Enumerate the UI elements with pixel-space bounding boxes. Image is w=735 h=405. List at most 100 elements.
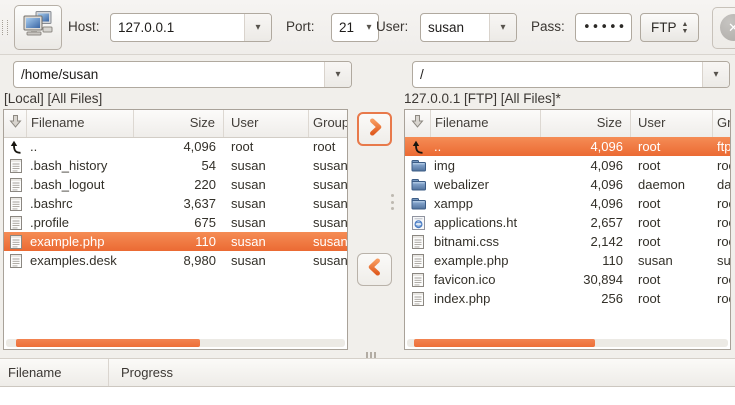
user-dropdown-button[interactable]: ▾ [489,14,516,41]
file-row-examples.desk[interactable]: examples.desk8,980susansusan [4,251,347,270]
toolbar-drag-handle[interactable] [2,20,8,35]
remote-file-panel: Filename Size User Group ..4,096rootftp i… [404,109,731,350]
file-row-webalizer[interactable]: webalizer4,096daemondaemon [405,175,730,194]
file-size: 220 [134,177,224,192]
file-group: susan [309,234,347,249]
file-user: susan [224,158,309,173]
local-col-size[interactable]: Size [134,110,224,137]
chevron-down-icon: ▾ [713,69,718,80]
file-group: susan [309,253,347,268]
port-label: Port: [286,19,315,35]
file-row-.profile[interactable]: .profile675susansusan [4,213,347,232]
remote-hscrollbar [407,339,728,347]
local-col-filename[interactable]: Filename [27,110,134,137]
local-col-group[interactable]: Group [309,110,347,137]
user-input[interactable] [421,14,489,41]
file-icon [4,175,27,194]
protocol-value: FTP [641,20,677,35]
port-input[interactable] [332,14,360,41]
remote-sort-header[interactable] [405,110,431,137]
queue-col-filename[interactable]: Filename [0,359,109,386]
file-name: examples.desk [27,253,134,268]
file-user: root [631,234,713,249]
file-icon [4,232,27,251]
file-size: 256 [541,291,631,306]
file-user: root [631,196,713,211]
file-name: favicon.ico [431,272,541,287]
transfer-to-remote-button[interactable] [357,112,392,146]
file-row-.bash_logout[interactable]: .bash_logout220susansusan [4,175,347,194]
connect-button[interactable] [14,5,62,50]
file-row-..[interactable]: ..4,096rootroot [4,137,347,156]
html-icon [405,213,431,232]
transfer-queue-list [0,387,735,405]
remote-pane-status: 127.0.0.1 [FTP] [All Files]* [404,91,561,106]
file-size: 2,657 [541,215,631,230]
pass-label: Pass: [531,19,565,35]
file-group: root [713,158,730,173]
local-path-dropdown-button[interactable]: ▾ [324,62,351,87]
arrow-left-icon [366,257,384,282]
ftp-client-window: Host: ▾ Port: ▾ User: ▾ Pass: FTP ▲▼ ✕ ▾ [0,0,735,405]
file-size: 2,142 [541,234,631,249]
folder-icon [405,194,431,213]
local-hscrollbar-thumb[interactable] [16,339,200,347]
updir-icon [4,137,27,156]
file-row-..[interactable]: ..4,096rootftp [405,137,730,156]
file-size: 675 [134,215,224,230]
spinner-arrows-icon: ▲▼ [677,21,693,35]
remote-path-input[interactable] [413,62,702,87]
file-name: .profile [27,215,134,230]
file-name: .bashrc [27,196,134,211]
stop-button[interactable]: ✕ [712,7,735,49]
remote-col-filename[interactable]: Filename [431,110,541,137]
file-row-index.php[interactable]: index.php256rootroot [405,289,730,308]
file-group: susan [713,253,730,268]
remote-col-size[interactable]: Size [541,110,631,137]
user-combo: ▾ [420,13,517,42]
chevron-down-icon: ▾ [366,22,371,33]
user-label: User: [376,19,408,35]
file-row-.bash_history[interactable]: .bash_history54susansusan [4,156,347,175]
file-size: 4,096 [541,158,631,173]
host-combo: ▾ [110,13,272,42]
file-icon [405,251,431,270]
local-file-panel: Filename Size User Group ..4,096rootroot… [3,109,348,350]
local-path-input[interactable] [14,62,324,87]
file-row-applications.ht[interactable]: applications.ht2,657rootroot [405,213,730,232]
file-user: susan [224,215,309,230]
file-user: susan [631,253,713,268]
file-name: example.php [27,234,134,249]
file-row-bitnami.css[interactable]: bitnami.css2,142rootroot [405,232,730,251]
local-col-user[interactable]: User [224,110,309,137]
file-name: img [431,158,541,173]
pane-splitter-handle[interactable] [391,194,394,210]
file-row-img[interactable]: img4,096rootroot [405,156,730,175]
remote-list-header: Filename Size User Group [405,110,730,138]
file-user: root [631,139,713,154]
host-dropdown-button[interactable]: ▾ [244,14,271,41]
file-row-.bashrc[interactable]: .bashrc3,637susansusan [4,194,347,213]
remote-col-group[interactable]: Group [713,110,730,137]
local-sort-header[interactable] [4,110,27,137]
folder-icon [405,156,431,175]
file-group: susan [309,177,347,192]
host-input[interactable] [111,14,244,41]
remote-path-dropdown-button[interactable]: ▾ [702,62,729,87]
file-group: root [713,234,730,249]
pass-input[interactable] [576,14,631,41]
file-row-example.php[interactable]: example.php110susansusan [4,232,347,251]
file-size: 4,096 [134,139,224,154]
queue-col-progress[interactable]: Progress [109,359,173,386]
local-list-header: Filename Size User Group [4,110,347,138]
file-row-xampp[interactable]: xampp4,096rootroot [405,194,730,213]
remote-hscrollbar-thumb[interactable] [414,339,595,347]
remote-col-user[interactable]: User [631,110,713,137]
file-name: .. [431,139,541,154]
file-name: xampp [431,196,541,211]
protocol-select[interactable]: FTP ▲▼ [640,13,699,42]
file-row-favicon.ico[interactable]: favicon.ico30,894rootroot [405,270,730,289]
file-row-example.php[interactable]: example.php110susansusan [405,251,730,270]
port-combo: ▾ [331,13,379,42]
transfer-to-local-button[interactable] [357,253,392,286]
